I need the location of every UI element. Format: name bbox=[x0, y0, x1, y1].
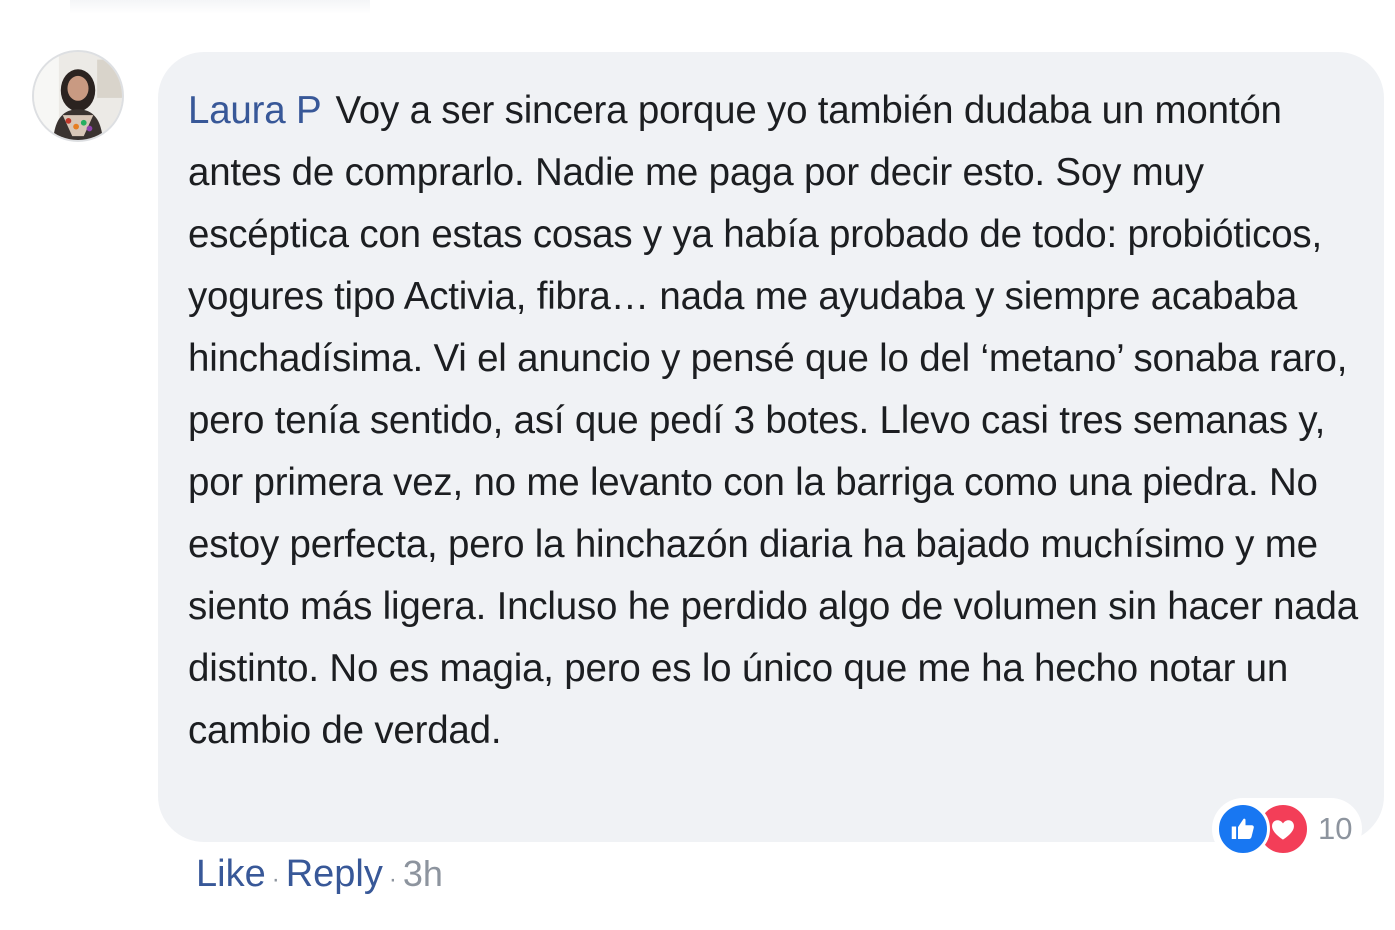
like-button[interactable]: Like bbox=[196, 853, 266, 896]
comment-timestamp[interactable]: 3h bbox=[403, 853, 443, 895]
comment-screen: Laura P Voy a ser sincera porque yo tambi… bbox=[0, 0, 1395, 930]
like-icon bbox=[1216, 802, 1270, 856]
author-name[interactable]: Laura P bbox=[188, 89, 322, 132]
avatar-image bbox=[34, 52, 122, 140]
comment-body: Laura P Voy a ser sincera porque yo tambi… bbox=[188, 80, 1362, 762]
comment-actions: Like · Reply · 3h bbox=[196, 848, 443, 900]
reply-button[interactable]: Reply bbox=[286, 853, 383, 896]
action-separator: · bbox=[388, 866, 397, 893]
reaction-count: 10 bbox=[1318, 811, 1353, 846]
previous-content-edge bbox=[70, 0, 370, 14]
avatar[interactable] bbox=[32, 50, 124, 142]
comment-bubble: Laura P Voy a ser sincera porque yo tambi… bbox=[158, 52, 1384, 842]
reactions-summary[interactable]: 10 bbox=[1212, 798, 1363, 860]
action-separator: · bbox=[271, 866, 280, 893]
comment-text: Voy a ser sincera porque yo también duda… bbox=[188, 89, 1358, 752]
